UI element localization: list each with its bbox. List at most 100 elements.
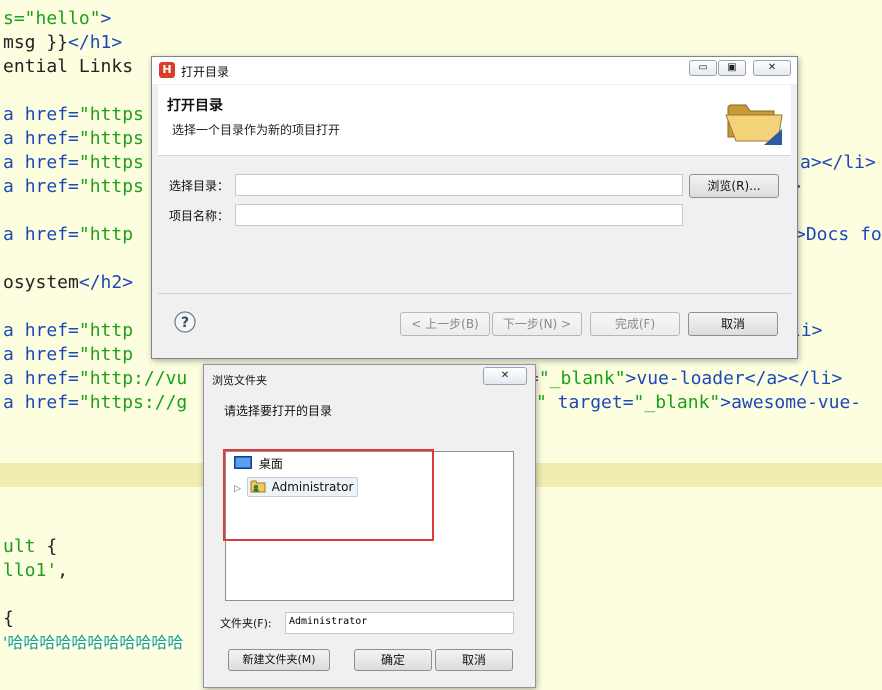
- code-line: msg }}</h1>: [3, 31, 122, 55]
- open-directory-dialog: H 打开目录 ▭ ▣ ✕ 打开目录 选择一个目录作为新的项目打开 选择目录： 浏…: [151, 56, 798, 359]
- code-line: a href="https: [3, 103, 144, 127]
- next-button[interactable]: 下一步(N) >: [492, 312, 582, 336]
- code-token: a: [3, 368, 25, 389]
- restore-icon: ▣: [727, 62, 737, 73]
- code-token: a></li>: [800, 152, 876, 173]
- code-token: s="hello": [3, 8, 101, 29]
- banner-subtitle: 选择一个目录作为新的项目打开: [172, 123, 341, 137]
- directory-input[interactable]: [235, 174, 683, 196]
- svg-text:?: ?: [181, 315, 189, 331]
- close-icon: ✕: [767, 62, 777, 73]
- code-token: a: [3, 344, 25, 365]
- code-line: a href="http://vu: [3, 367, 187, 391]
- code-line: llo1',: [3, 559, 68, 583]
- code-token: "http: [78, 344, 134, 365]
- code-token: "_blank": [633, 392, 721, 413]
- code-token: target=: [546, 392, 634, 413]
- code-token: ult: [3, 536, 47, 557]
- code-line: a href="http: [3, 319, 133, 343]
- project-name-input[interactable]: [235, 204, 683, 226]
- code-line: a href="https://g: [3, 391, 187, 415]
- code-token: href=: [24, 128, 79, 149]
- code-token: "https: [78, 152, 144, 173]
- footer-divider: [158, 293, 791, 294]
- code-line: '哈哈哈哈哈哈哈哈哈哈哈: [3, 631, 183, 655]
- code-line: ential Links: [3, 55, 133, 79]
- code-line: a href="http: [3, 343, 133, 367]
- code-line: ult {: [3, 535, 57, 559]
- code-token: >awesome-vue-: [720, 392, 862, 413]
- code-line: a href="https: [3, 175, 144, 199]
- code-token: "https: [78, 104, 144, 125]
- dialog-titlebar[interactable]: H 打开目录 ▭ ▣ ✕: [152, 57, 797, 84]
- code-token: >Docs fo: [795, 224, 882, 245]
- browse-cancel-button[interactable]: 取消: [435, 649, 513, 671]
- code-token: >vue-loader</a></li>: [625, 368, 843, 389]
- code-token: msg }}: [3, 32, 69, 53]
- code-token: ": [536, 392, 547, 413]
- code-line: {: [3, 607, 14, 631]
- code-token: a: [3, 392, 25, 413]
- code-line: " target="_blank">awesome-vue-: [536, 391, 861, 415]
- code-token: href=: [24, 152, 79, 173]
- new-folder-button[interactable]: 新建文件夹(M): [228, 649, 330, 671]
- minimize-button[interactable]: ▭: [689, 60, 717, 76]
- code-token: href=: [24, 320, 79, 341]
- folder-input[interactable]: Administrator: [285, 612, 514, 634]
- code-token: "_blank": [538, 368, 626, 389]
- dialog-title: 打开目录: [181, 65, 230, 79]
- code-token: ential Links: [3, 56, 134, 77]
- code-token: llo1': [3, 560, 58, 581]
- code-token: >: [100, 8, 112, 29]
- browse-close-button[interactable]: ✕: [483, 367, 527, 385]
- close-button[interactable]: ✕: [753, 60, 791, 76]
- code-token: href=: [24, 104, 79, 125]
- finish-button[interactable]: 完成(F): [590, 312, 680, 336]
- code-token: a: [3, 104, 25, 125]
- close-icon: ✕: [500, 370, 510, 381]
- code-token: ,: [57, 560, 69, 581]
- minimize-icon: ▭: [698, 62, 708, 73]
- code-token: osystem: [3, 272, 79, 293]
- code-line: ="_blank">vue-loader</a></li>: [528, 367, 842, 391]
- help-icon[interactable]: ?: [174, 311, 196, 333]
- code-token: "https: [78, 128, 144, 149]
- code-token: a: [3, 320, 25, 341]
- code-token: href=: [24, 224, 79, 245]
- code-token: a: [3, 128, 25, 149]
- code-line: osystem</h2>: [3, 271, 133, 295]
- code-token: </h1>: [68, 32, 123, 53]
- project-name-label: 项目名称：: [169, 209, 230, 223]
- code-token: {: [46, 536, 58, 557]
- code-line: a></li>: [800, 151, 876, 175]
- code-token: "https://g: [78, 392, 188, 413]
- code-token: </h2>: [78, 272, 134, 293]
- dialog-banner: 打开目录 选择一个目录作为新的项目打开: [158, 85, 791, 156]
- browse-dialog-title: 浏览文件夹: [212, 374, 267, 387]
- code-token: '哈哈哈哈哈哈哈哈哈哈哈: [3, 633, 184, 652]
- code-token: a: [3, 224, 25, 245]
- banner-title: 打开目录: [167, 98, 223, 114]
- open-folder-icon: [725, 104, 783, 145]
- browse-prompt: 请选择要打开的目录: [224, 404, 333, 418]
- browse-folder-dialog: 浏览文件夹 ✕ 请选择要打开的目录 桌面 ▷ Administrator 文件夹…: [203, 364, 536, 688]
- code-token: href=: [24, 392, 79, 413]
- code-token: href=: [24, 344, 79, 365]
- code-token: "http: [78, 320, 134, 341]
- code-token: href=: [24, 368, 79, 389]
- ok-button[interactable]: 确定: [354, 649, 432, 671]
- code-line: s="hello">: [3, 7, 111, 31]
- folder-label: 文件夹(F):: [220, 617, 272, 630]
- app-logo-icon: H: [159, 62, 175, 78]
- directory-label: 选择目录：: [169, 179, 230, 193]
- code-token: href=: [24, 176, 79, 197]
- cancel-button[interactable]: 取消: [688, 312, 778, 336]
- code-token: {: [3, 608, 14, 629]
- browse-button[interactable]: 浏览(R)...: [689, 174, 779, 198]
- restore-button[interactable]: ▣: [718, 60, 746, 76]
- code-token: "https: [78, 176, 144, 197]
- code-token: a: [3, 152, 25, 173]
- code-token: a: [3, 176, 25, 197]
- code-token: "http://vu: [78, 368, 188, 389]
- back-button[interactable]: < 上一步(B): [400, 312, 490, 336]
